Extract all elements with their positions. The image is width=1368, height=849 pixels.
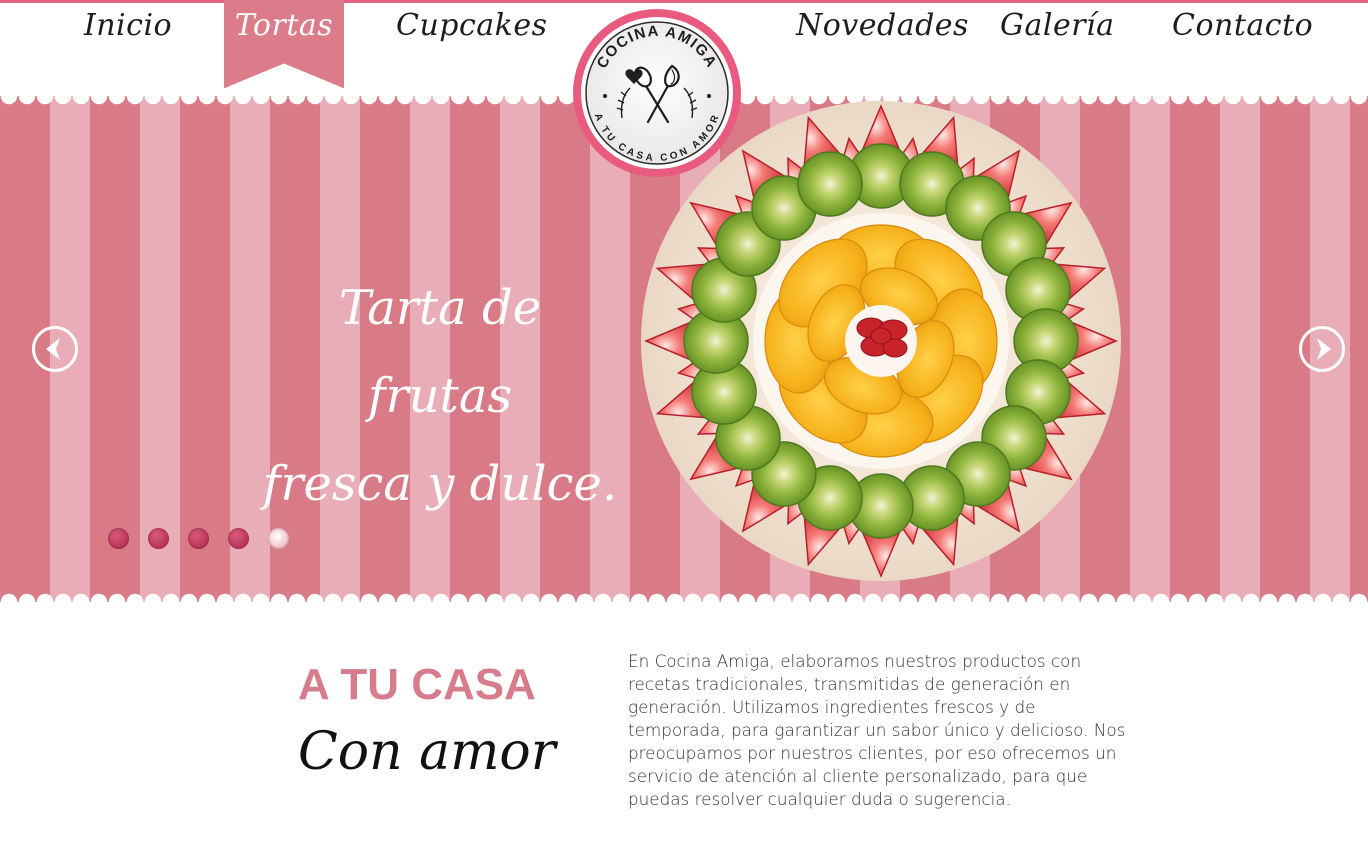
slide-dot-3[interactable] <box>188 528 209 549</box>
nav-item-cupcakes[interactable]: Cupcakes <box>396 8 547 60</box>
hero-title-line2: fresca y dulce. <box>262 456 618 512</box>
nav-item-inicio[interactable]: Inicio <box>80 8 176 60</box>
chevron-left-icon <box>46 338 60 360</box>
nav-item-galeria[interactable]: Galería <box>1000 8 1114 60</box>
hero-title: Tarta de frutas fresca y dulce. <box>260 264 620 528</box>
slide-dot-4[interactable] <box>228 528 249 549</box>
nav-item-contacto[interactable]: Contacto <box>1172 8 1313 60</box>
chevron-right-icon <box>1317 338 1331 360</box>
nav-item-novedades[interactable]: Novedades <box>796 8 968 60</box>
slide-dot-2[interactable] <box>148 528 169 549</box>
slide-dot-5[interactable] <box>268 528 289 549</box>
about-body: En Cocina Amiga, elaboramos nuestros pro… <box>628 651 1126 809</box>
slider-prev-button[interactable] <box>32 326 78 372</box>
cocina-amiga-logo[interactable]: COCINA AMIGA A TU CASA CON AMOR <box>572 8 742 178</box>
slider-next-button[interactable] <box>1299 326 1345 372</box>
slide-dot-1[interactable] <box>108 528 129 549</box>
about-subtitle: Con amor <box>298 722 556 782</box>
nav-item-tortas[interactable]: Tortas <box>224 0 344 89</box>
scallop-edge-bottom <box>0 588 1368 602</box>
about-title: A TU CASA <box>298 660 536 709</box>
hero-title-line1: Tarta de frutas <box>338 280 542 424</box>
